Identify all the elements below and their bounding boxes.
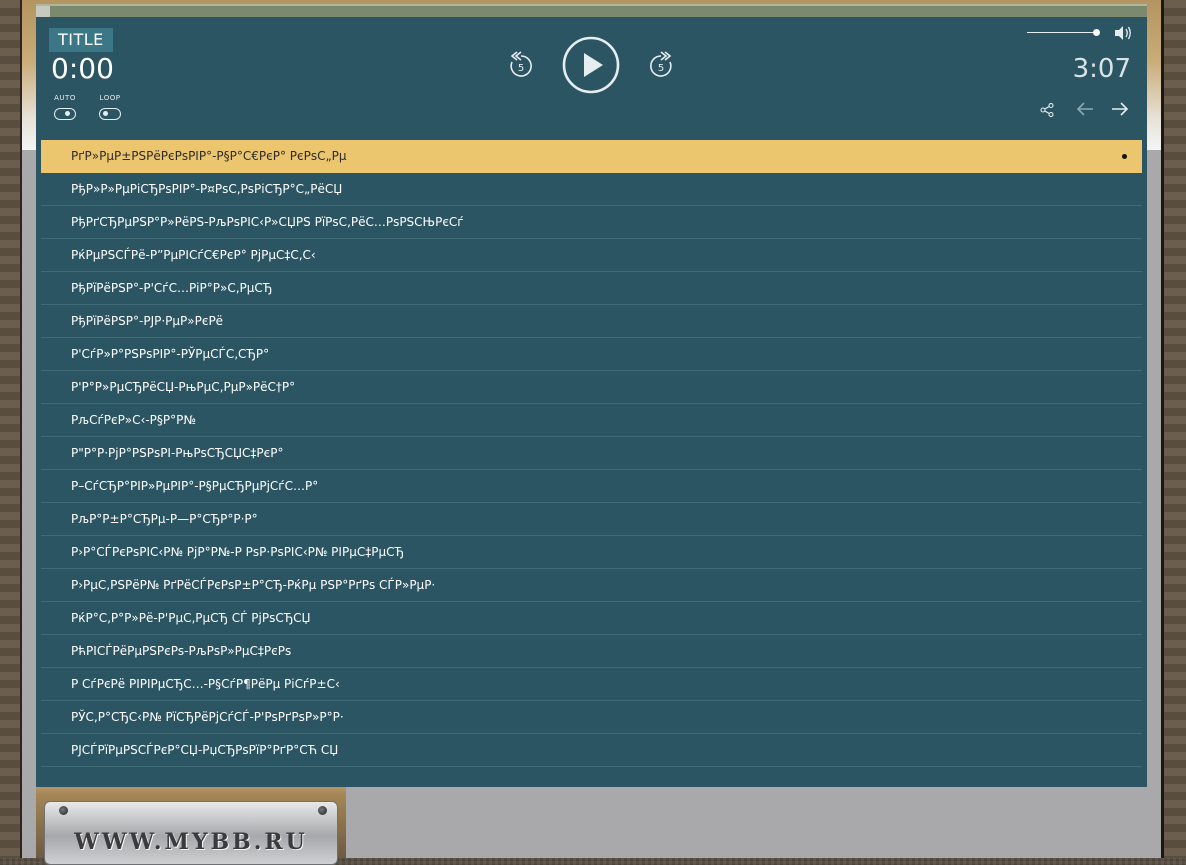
playlist-item-title: Р'Р°Р»РµСЂРёСЏ-РњРµС‚РµР»РёС†Р°	[71, 380, 296, 394]
playlist-item-title: РљСѓРєР»С‹-Р§Р°Р№	[71, 413, 196, 427]
speaker-icon	[1115, 26, 1131, 40]
site-logo-text: WWW.MYBB.RU	[74, 829, 308, 855]
playlist-item[interactable]: РљР°Р±Р°СЂРµ-Р—Р°СЂР°Р·Р°	[41, 503, 1142, 536]
playlist-item-title: РЈСЃРїРµРЅСЃРєР°СЏ-РџСЂРѕРїР°РґР°СЋ СЏ	[71, 743, 339, 757]
rewind-5-button[interactable]: 5	[508, 51, 534, 83]
playlist-item-title: Р СѓРєРё РІРІРµСЂС…-Р§СѓР¶РёРµ РіСѓР±С‹	[71, 677, 340, 691]
previous-track-button[interactable]	[1075, 101, 1095, 121]
loop-toggle-knob	[103, 111, 108, 116]
forward-5-icon: 5	[650, 51, 672, 77]
player-controls: TITLE 0:00 AUTO LOOP 5 5 3:07	[36, 17, 1147, 140]
playlist-item-title: РґР»РµР±РЅРёРєРѕРІР°-Р§Р°С€РєР° РєРѕС„Рµ	[71, 149, 347, 163]
logo-panel: WWW.MYBB.RU	[36, 787, 346, 865]
playlist-item[interactable]: РќРµРЅСЃРё-Р”РµРІСѓС€РєР° РјРµС‡С‚С‹	[41, 239, 1142, 272]
volume-slider-track[interactable]	[1027, 32, 1097, 33]
playlist-item-title: РђР»Р»РµРіСЂРѕРІР°-Р¤РѕС‚РѕРіСЂР°С„РёСЏ	[71, 182, 343, 196]
playlist-item[interactable]: Р›Р°СЃРєРѕРІС‹Р№ РјР°Р№-Р РѕР·РѕРІС‹Р№ Р…	[41, 536, 1142, 569]
playlist-item-title: РќР°С‚Р°Р»Рё-Р'РµС‚РµСЂ СЃ РјРѕСЂСЏ	[71, 611, 311, 625]
playlist-item[interactable]: РЈСЃРїРµРЅСЃРєР°СЏ-РџСЂРѕРїР°РґР°СЋ СЏ	[41, 734, 1142, 767]
playlist-item-title: Р›Р°СЃРєРѕРІС‹Р№ РјР°Р№-Р РѕР·РѕРІС‹Р№ Р…	[71, 545, 404, 559]
rivet-right	[318, 806, 327, 815]
svg-text:5: 5	[518, 63, 524, 74]
volume-slider-knob[interactable]	[1093, 29, 1100, 36]
playlist-item-title: Р›РµС‚РЅРёР№ РґРёСЃРєРѕР±Р°СЂ-РќРµ РЅР°Р…	[71, 578, 436, 592]
playlist-item[interactable]: Р"Р°Р·РјР°РЅРѕРІ-РњРѕСЂСЏС‡РєР°	[41, 437, 1142, 470]
rivet-left	[59, 806, 68, 815]
play-icon	[562, 36, 620, 94]
arrow-right-icon	[1112, 102, 1129, 116]
logo-plate[interactable]: WWW.MYBB.RU	[44, 801, 338, 865]
playlist-item[interactable]: РљСѓРєР»С‹-Р§Р°Р№	[41, 404, 1142, 437]
playlist-item[interactable]: РђРїРёРЅР°-РЈР·РµР»РєРё	[41, 305, 1142, 338]
playlist-item[interactable]: Р СѓРєРё РІРІРµСЂС…-Р§СѓР¶РёРµ РіСѓР±С‹	[41, 668, 1142, 701]
audio-player: TITLE 0:00 AUTO LOOP 5 5 3:07 РґР»РµР±РЅ…	[36, 17, 1147, 787]
play-button[interactable]	[562, 36, 620, 98]
playlist-item-title: РђРїРёРЅР°-Р'СѓС…РіР°Р»С‚РµСЂ	[71, 281, 273, 295]
playlist-item-title: РђРїРёРЅР°-РЈР·РµР»РєРё	[71, 314, 224, 328]
rewind-5-icon: 5	[510, 51, 532, 77]
playlist-item-title: Р"Р°Р·РјР°РЅРѕРІ-РњРѕСЂСЏС‡РєР°	[71, 446, 284, 460]
playlist-item-title: РќРµРЅСЃРё-Р”РµРІСѓС€РєР° РјРµС‡С‚С‹	[71, 248, 316, 262]
playlist-item[interactable]: Р›РµС‚РЅРёР№ РґРёСЃРєРѕР±Р°СЂ-РќРµ РЅР°Р…	[41, 569, 1142, 602]
auto-toggle-knob	[65, 111, 70, 116]
playlist-item[interactable]: Р'СѓР»Р°РЅРѕРІР°-РЎРµСЃС‚СЂР°	[41, 338, 1142, 371]
playlist-item[interactable]: РћРІСЃРёРµРЅРєРѕ-РљРѕР»РµС‡РєРѕ	[41, 635, 1142, 668]
right-wood-rail	[1161, 0, 1186, 858]
auto-label: AUTO	[54, 94, 76, 102]
auto-toggle[interactable]	[54, 108, 76, 120]
svg-text:5: 5	[658, 63, 664, 74]
playlist-item-title: Р'СѓР»Р°РЅРѕРІР°-РЎРµСЃС‚СЂР°	[71, 347, 270, 361]
playlist-item-title: Р–СѓСЂР°РІР»РµРІР°-Р§РµСЂРµРјСѓС…Р°	[71, 479, 319, 493]
loop-label: LOOP	[99, 94, 121, 102]
playlist-item-title: РЎС‚Р°СЂС‹Р№ РїСЂРёРјСѓСЃ-Р'РѕРґРѕР»Р°Р·	[71, 710, 344, 724]
playlist-item-title: РљР°Р±Р°СЂРµ-Р—Р°СЂР°Р·Р°	[71, 512, 258, 526]
share-icon	[1040, 102, 1054, 118]
share-button[interactable]	[1040, 102, 1054, 121]
left-wood-rail	[0, 0, 22, 858]
playlist-item[interactable]: РђРїРёРЅР°-Р'СѓС…РіР°Р»С‚РµСЂ	[41, 272, 1142, 305]
playlist-item[interactable]: РђР»Р»РµРіСЂРѕРІР°-Р¤РѕС‚РѕРіСЂР°С„РёСЏ	[41, 173, 1142, 206]
playlist-item[interactable]: Р'Р°Р»РµСЂРёСЏ-РњРµС‚РµР»РёС†Р°	[41, 371, 1142, 404]
loop-toggle[interactable]	[99, 108, 121, 120]
playlist-item-title: РђРґСЂРµРЅР°Р»РёРЅ-РљРѕРІС‹Р»СЏРЅ РїРѕС‚…	[71, 215, 464, 229]
playlist-item-title: РћРІСЃРёРµРЅРєРѕ-РљРѕР»РµС‡РєРѕ	[71, 644, 292, 658]
now-playing-dot	[1122, 154, 1127, 159]
playlist-item[interactable]: РЎС‚Р°СЂС‹Р№ РїСЂРёРјСѓСЃ-Р'РѕРґРѕР»Р°Р·	[41, 701, 1142, 734]
playlist-item[interactable]: РќР°С‚Р°Р»Рё-Р'РµС‚РµСЂ СЃ РјРѕСЂСЏ	[41, 602, 1142, 635]
loop-toggle-group: LOOP	[93, 94, 127, 124]
playlist: РґР»РµР±РЅРёРєРѕРІР°-Р§Р°С€РєР° РєРѕС„Рµ…	[36, 140, 1147, 767]
volume-button[interactable]	[1113, 25, 1133, 45]
current-time: 0:00	[51, 52, 114, 85]
total-time: 3:07	[1072, 54, 1131, 84]
arrow-left-icon	[1076, 102, 1093, 116]
forward-5-button[interactable]: 5	[648, 51, 674, 83]
playlist-item[interactable]: РђРґСЂРµРЅР°Р»РёРЅ-РљРѕРІС‹Р»СЏРЅ РїРѕС‚…	[41, 206, 1142, 239]
auto-toggle-group: AUTO	[48, 94, 82, 124]
track-title-badge: TITLE	[49, 28, 113, 52]
playlist-item[interactable]: Р–СѓСЂР°РІР»РµРІР°-Р§РµСЂРµРјСѓС…Р°	[41, 470, 1142, 503]
next-track-button[interactable]	[1110, 101, 1130, 121]
playlist-item[interactable]: РґР»РµР±РЅРёРєРѕРІР°-Р§Р°С€РєР° РєРѕС„Рµ	[41, 140, 1142, 173]
